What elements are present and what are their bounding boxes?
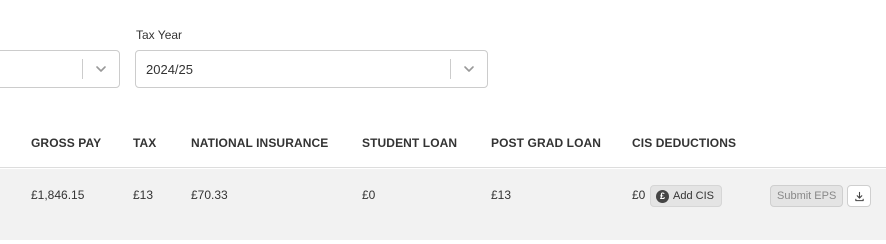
pound-coin-icon: £ (656, 189, 669, 203)
period-select[interactable] (0, 50, 120, 88)
cell-tax: £13 (133, 188, 154, 202)
cell-cis-deductions: £0 (632, 188, 646, 202)
cell-gross-pay: £1,846.15 (31, 188, 85, 202)
cell-post-grad-loan: £13 (491, 188, 512, 202)
submit-eps-button[interactable]: Submit EPS (770, 185, 844, 207)
download-button[interactable] (847, 185, 871, 207)
table-header: GROSS PAY TAX NATIONAL INSURANCE STUDENT… (0, 122, 886, 168)
tax-year-select[interactable]: 2024/25 (135, 50, 488, 88)
tax-year-select-value: 2024/25 (146, 61, 193, 77)
page: Tax Year 2024/25 GROSS PAY TAX NATIONAL … (0, 0, 886, 244)
column-header-student-loan: STUDENT LOAN (362, 136, 458, 150)
column-header-post-grad-loan: POST GRAD LOAN (491, 136, 602, 150)
column-header-tax: TAX (133, 136, 157, 150)
submit-eps-label: Submit EPS (777, 190, 837, 202)
column-header-national-insurance: NATIONAL INSURANCE (191, 136, 329, 150)
chevron-down-icon[interactable] (83, 51, 119, 87)
cell-national-insurance: £70.33 (191, 188, 228, 202)
column-header-gross-pay: GROSS PAY (31, 136, 102, 150)
chevron-down-icon[interactable] (451, 51, 487, 87)
download-icon (854, 191, 864, 201)
table-row: £1,846.15 £13 £70.33 £0 £13 £0 £ Add CIS… (0, 169, 886, 240)
cell-student-loan: £0 (362, 188, 376, 202)
tax-year-label: Tax Year (136, 28, 183, 42)
add-cis-button[interactable]: £ Add CIS (650, 185, 722, 207)
add-cis-label: Add CIS (673, 190, 714, 202)
column-header-cis-deductions: CIS DEDUCTIONS (632, 136, 737, 150)
